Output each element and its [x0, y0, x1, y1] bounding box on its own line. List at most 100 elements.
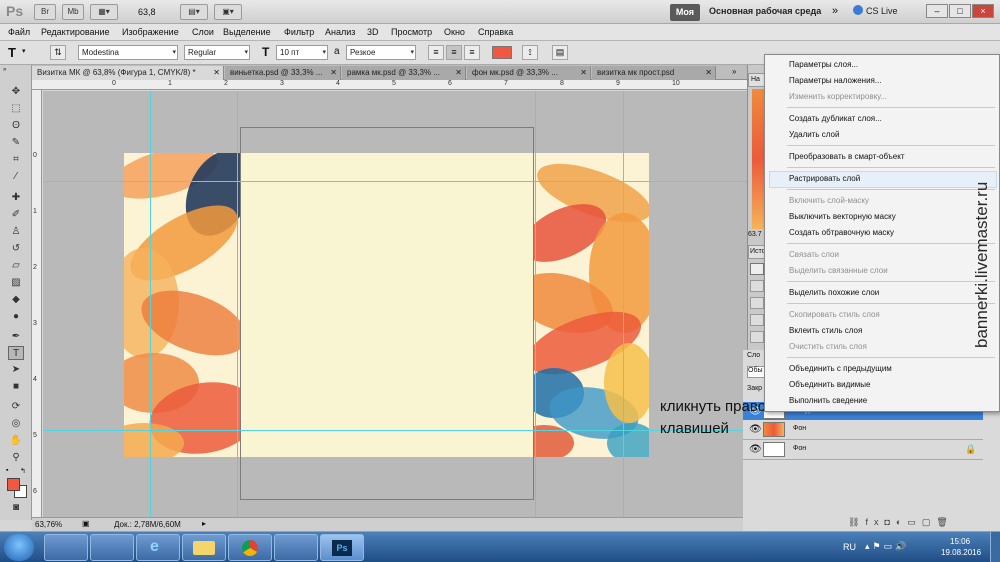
menu-view[interactable]: Просмотр [391, 27, 432, 37]
menu-item-flatten-image[interactable]: Выполнить сведение [789, 393, 867, 409]
path-select-icon[interactable]: ➤ [8, 363, 24, 377]
maximize-button[interactable]: □ [949, 4, 971, 18]
eye-icon[interactable]: 👁 [749, 424, 762, 435]
close-button[interactable]: × [972, 4, 994, 18]
taskbar-app-photoshop[interactable]: Ps [320, 534, 364, 561]
close-icon[interactable]: ✕ [705, 66, 712, 79]
close-icon[interactable]: ✕ [213, 66, 220, 79]
tray-icons[interactable]: ▴⚑▭🔊 [865, 541, 909, 552]
minimize-button[interactable]: – [926, 4, 948, 18]
taskbar-app-paint[interactable] [274, 534, 318, 561]
taskbar-app-folder[interactable] [182, 534, 226, 561]
close-icon[interactable]: ✕ [330, 66, 337, 79]
zoom-level[interactable]: 63,8 [138, 7, 156, 17]
menu-item-convert-smart-object[interactable]: Преобразовать в смарт-объект [789, 149, 905, 165]
arrange-icon[interactable]: ▦▾ [90, 4, 118, 20]
show-desktop-button[interactable] [990, 532, 1000, 562]
menu-select[interactable]: Выделение [223, 27, 271, 37]
text-color-swatch[interactable] [492, 46, 512, 59]
guide-line[interactable] [535, 91, 536, 517]
tab-fon[interactable]: фон мк.psd @ 33,3% ... ✕ [467, 66, 591, 80]
trash-icon[interactable]: 🗑 [936, 517, 953, 527]
menu-window[interactable]: Окно [444, 27, 465, 37]
close-icon[interactable]: ✕ [455, 66, 462, 79]
menu-item-disable-vector-mask[interactable]: Выключить векторную маску [789, 209, 896, 225]
antialias-select[interactable]: Резкое ▾ [346, 45, 416, 60]
gradient-tool-icon[interactable]: ▨ [8, 276, 24, 290]
menu-item-paste-layer-style[interactable]: Вклеить стиль слоя [789, 323, 862, 339]
marquee-tool-icon[interactable]: ⬚ [8, 102, 24, 116]
menu-item-layer-properties[interactable]: Параметры слоя... [789, 57, 858, 73]
healing-brush-icon[interactable]: ✚ [8, 191, 24, 205]
warp-text-icon[interactable]: ⟟ [522, 45, 538, 60]
history-item[interactable] [750, 297, 764, 309]
guide-line[interactable] [237, 91, 238, 517]
tab-ramka[interactable]: рамка мк.psd @ 33,3% ... ✕ [342, 66, 466, 80]
bridge-button[interactable]: Br [34, 4, 56, 20]
history-snapshot-icon[interactable] [750, 263, 764, 275]
quick-mask-icon[interactable]: ◙ [8, 501, 24, 515]
clone-stamp-icon[interactable]: ♙ [8, 225, 24, 239]
menu-item-delete-layer[interactable]: Удалить слой [789, 127, 839, 143]
start-button[interactable] [4, 534, 34, 561]
type-tool-icon[interactable]: T [8, 346, 24, 360]
eyedropper-icon[interactable]: ⁄ [8, 170, 24, 184]
quick-select-icon[interactable]: ✎ [8, 136, 24, 150]
status-menu-icon[interactable]: ▸ [202, 519, 206, 528]
clock-date[interactable]: 19.08.2016 [941, 548, 981, 557]
clock-time[interactable]: 15:06 [950, 537, 970, 546]
taskbar-app-chrome[interactable] [228, 534, 272, 561]
hand-tool-icon[interactable]: ✋ [8, 434, 24, 448]
pen-tool-icon[interactable]: ✒ [8, 330, 24, 344]
shape-path-outline[interactable] [240, 127, 534, 500]
more-workspaces-icon[interactable]: » [832, 5, 838, 17]
shape-tool-icon[interactable]: ■ [8, 380, 24, 394]
taskbar-app-ie[interactable]: e [136, 534, 180, 561]
adjustment-layer-icon[interactable]: ◐ [896, 517, 907, 527]
tab-layers[interactable]: Сло [747, 352, 760, 359]
swap-colors-icon[interactable]: ↰ [20, 467, 26, 475]
eye-icon[interactable]: 👁 [749, 444, 762, 455]
tab-vizitka-prost[interactable]: визитка мк прост.psd ✕ [592, 66, 716, 80]
history-item[interactable] [750, 280, 764, 292]
screen-mode-icon[interactable]: ▣▾ [214, 4, 242, 20]
cs-live-button[interactable]: CS Live [866, 6, 898, 16]
view-extras-icon[interactable]: ▤▾ [180, 4, 208, 20]
menu-image[interactable]: Изображение [122, 27, 179, 37]
align-right-icon[interactable]: ≡ [464, 45, 480, 60]
new-layer-icon[interactable]: ▢ [922, 517, 937, 527]
menu-edit[interactable]: Редактирование [41, 27, 110, 37]
blend-mode-select[interactable]: Обы [747, 366, 765, 378]
character-panel-icon[interactable]: ▤ [552, 45, 568, 60]
history-item[interactable] [750, 331, 764, 343]
guide-line[interactable] [43, 430, 747, 431]
menu-item-create-clipping-mask[interactable]: Создать обтравочную маску [789, 225, 894, 241]
close-icon[interactable]: ✕ [580, 66, 587, 79]
eraser-icon[interactable]: ▱ [8, 259, 24, 273]
workspace-button[interactable]: Моя [670, 4, 700, 21]
minibridge-button[interactable]: Mb [62, 4, 84, 20]
font-size-select[interactable]: 10 пт ▾ [276, 45, 328, 60]
menu-analysis[interactable]: Анализ [325, 27, 355, 37]
default-colors-icon[interactable]: ▪ [6, 467, 8, 474]
layer-row-fon[interactable]: 👁 Фон [743, 420, 983, 440]
more-tabs-icon[interactable]: » [732, 67, 736, 76]
blur-tool-icon[interactable]: ◆ [8, 293, 24, 307]
tab-vizitka-mk[interactable]: Визитка МК @ 63,8% (Фигура 1, CMYK/8) * ✕ [32, 66, 224, 80]
type-tool-preset-icon[interactable]: T [8, 45, 16, 60]
folder-icon[interactable]: ▭ [907, 517, 922, 527]
history-brush-icon[interactable]: ↺ [8, 242, 24, 256]
guide-line[interactable] [43, 181, 747, 182]
taskbar-app-explorer-cmd[interactable] [44, 534, 88, 561]
foreground-color-front[interactable] [7, 478, 20, 491]
align-center-icon[interactable]: ≡ [446, 45, 462, 60]
lasso-tool-icon[interactable]: ʘ [8, 119, 24, 133]
guide-line[interactable] [623, 91, 624, 517]
guide-line[interactable] [150, 91, 151, 517]
menu-filter[interactable]: Фильтр [284, 27, 314, 37]
menu-item-rasterize-layer[interactable]: Растрировать слой [789, 171, 860, 187]
align-left-icon[interactable]: ≡ [428, 45, 444, 60]
brush-tool-icon[interactable]: ✐ [8, 208, 24, 222]
link-layers-icon[interactable]: ⛓ [848, 517, 865, 527]
menu-item-merge-visible[interactable]: Объединить видимые [789, 377, 870, 393]
